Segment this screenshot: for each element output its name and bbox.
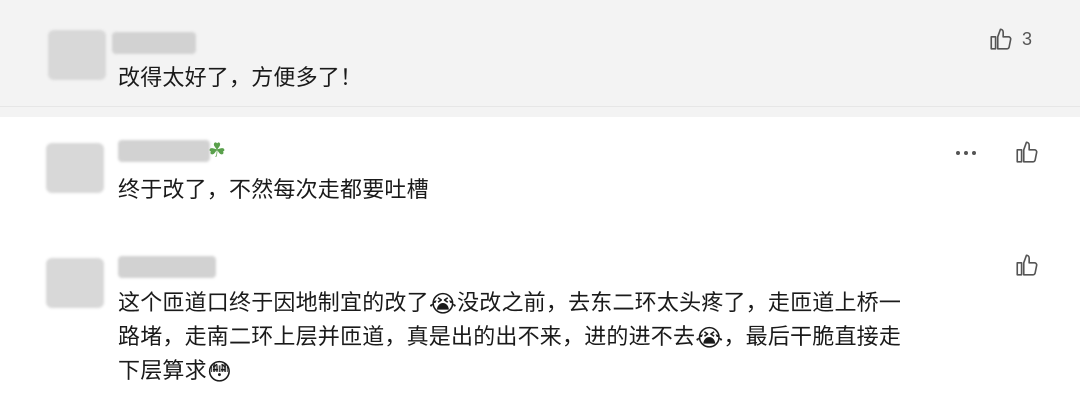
like-button[interactable] xyxy=(1014,252,1040,278)
flushed-emoji: 😳 xyxy=(206,359,233,386)
more-button[interactable] xyxy=(950,140,982,166)
comment-text-line-3: 下层算求😳 xyxy=(118,354,232,387)
text-segment: 这个匝道口终于因地制宜的改了 xyxy=(118,290,429,315)
like-count: 3 xyxy=(1022,28,1033,49)
thumbs-up-icon xyxy=(1016,254,1038,276)
comment-card-1: 改得太好了，方便多了！ 3 xyxy=(0,0,1080,106)
more-dots-icon xyxy=(956,151,960,155)
thumbs-up-icon xyxy=(1016,141,1038,163)
text-segment: ，最后干脆直接走 xyxy=(723,324,902,349)
thumbs-up-icon xyxy=(990,28,1012,50)
avatar[interactable] xyxy=(46,143,104,193)
comment-text: 终于改了，不然每次走都要吐槽 xyxy=(118,177,429,202)
crying-emoji: 😭 xyxy=(695,325,724,352)
avatar[interactable] xyxy=(48,30,106,80)
avatar[interactable] xyxy=(46,258,104,308)
section-divider xyxy=(0,106,1080,117)
clover-icon: ☘ xyxy=(208,140,226,162)
username-blurred[interactable] xyxy=(112,32,196,54)
comment-text-line-2: 路堵，走南二环上层并匝道，真是出的出不来，进的进不去😭，最后干脆直接走 xyxy=(118,320,901,353)
username-blurred[interactable] xyxy=(118,140,210,162)
like-button[interactable] xyxy=(1014,139,1040,165)
text-segment: 没改之前，去东二环太头疼了，走匝道上桥一 xyxy=(457,290,902,315)
like-button[interactable]: 3 xyxy=(988,26,1032,52)
comment-feed: 改得太好了，方便多了！ 3 ☘ 终于改了，不然每次走都要吐槽 这个匝道口终于因地… xyxy=(0,0,1080,410)
username-blurred[interactable] xyxy=(118,256,216,278)
text-segment: 路堵，走南二环上层并匝道，真是出的出不来，进的进不去 xyxy=(118,324,696,349)
comment-text: 改得太好了，方便多了！ xyxy=(118,65,363,90)
comment-text-line-1: 这个匝道口终于因地制宜的改了😭没改之前，去东二环太头疼了，走匝道上桥一 xyxy=(118,286,901,319)
crying-emoji: 😭 xyxy=(428,291,458,318)
text-segment: 下层算求 xyxy=(118,358,207,383)
